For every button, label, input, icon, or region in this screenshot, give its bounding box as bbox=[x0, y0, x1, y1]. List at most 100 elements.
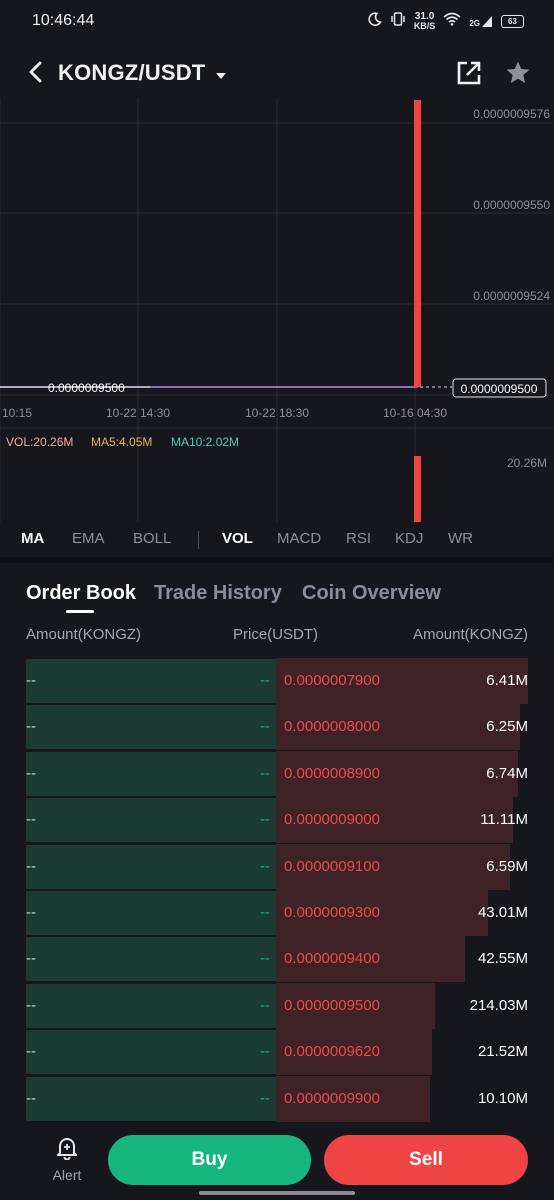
tab-wr[interactable]: WR bbox=[448, 530, 473, 547]
price-axis-label: 0.0000009576 bbox=[473, 107, 550, 121]
time-axis-label: 10-22 14:30 bbox=[106, 406, 170, 420]
bid-amount: -- bbox=[26, 811, 36, 829]
favorite-button[interactable] bbox=[504, 59, 532, 87]
ask-price: 0.0000009900 bbox=[284, 1089, 380, 1107]
bid-amount: -- bbox=[26, 1089, 36, 1107]
last-price-left-label: 0.0000009500 bbox=[48, 381, 125, 395]
pair-dropdown-caret-icon[interactable] bbox=[214, 68, 228, 79]
order-book-row[interactable]: -- -- 0.0000008900 6.74M bbox=[26, 750, 528, 797]
signal-icon: 2G bbox=[469, 15, 493, 28]
bid-amount: -- bbox=[26, 764, 36, 782]
price-header: Price(USDT) bbox=[233, 626, 318, 643]
time-axis-label: 10:15 bbox=[2, 406, 32, 420]
section-divider bbox=[0, 557, 554, 563]
share-icon bbox=[457, 61, 481, 85]
price-axis-label: 0.0000009524 bbox=[473, 289, 550, 303]
bid-depth-bar bbox=[26, 937, 276, 982]
ask-price: 0.0000007900 bbox=[284, 672, 380, 689]
order-book-row[interactable]: -- -- 0.0000009000 11.11M bbox=[26, 797, 528, 844]
bid-depth-bar bbox=[26, 751, 276, 796]
ask-amount: 10.10M bbox=[477, 1089, 528, 1107]
indicator-tabs: MA EMA BOLL VOL MACD RSI KDJ WR bbox=[0, 522, 554, 556]
ma10-legend: MA10:2.02M bbox=[171, 435, 239, 449]
bid-price: -- bbox=[260, 811, 270, 829]
bid-amount: -- bbox=[26, 904, 36, 921]
tab-coin-overview[interactable]: Coin Overview bbox=[302, 582, 441, 605]
order-book-row[interactable]: -- -- 0.0000007900 6.41M bbox=[26, 658, 528, 704]
order-book-header: Amount(KONGZ) Price(USDT) Amount(KONGZ) bbox=[0, 622, 554, 650]
ask-price: 0.0000008000 bbox=[284, 718, 380, 736]
ask-price: 0.0000009100 bbox=[284, 857, 380, 875]
ask-amount: 42.55M bbox=[477, 950, 528, 968]
bid-amount-header: Amount(KONGZ) bbox=[26, 626, 142, 643]
time-axis-label: 10-22 18:30 bbox=[245, 406, 309, 420]
order-book-row[interactable]: -- -- 0.0000009300 43.01M bbox=[26, 890, 528, 936]
order-book-row[interactable]: -- -- 0.0000009100 6.59M bbox=[26, 843, 528, 890]
alert-label: Alert bbox=[52, 1167, 82, 1183]
order-book-row[interactable]: -- -- 0.0000009900 10.10M bbox=[26, 1075, 528, 1122]
bid-amount: -- bbox=[26, 1043, 36, 1061]
ask-amount: 6.74M bbox=[486, 764, 528, 782]
ask-price: 0.0000009400 bbox=[284, 950, 380, 968]
tab-vol[interactable]: VOL bbox=[222, 530, 253, 547]
bid-amount: -- bbox=[26, 857, 36, 875]
bid-price: -- bbox=[260, 764, 270, 782]
bid-depth-bar bbox=[26, 659, 276, 703]
tab-macd[interactable]: MACD bbox=[277, 530, 321, 547]
bid-amount: -- bbox=[26, 996, 36, 1014]
back-arrow-icon bbox=[29, 61, 42, 83]
ask-price: 0.0000009500 bbox=[284, 996, 380, 1014]
bid-depth-bar bbox=[26, 891, 276, 935]
bottom-action-bar: Alert Buy Sell bbox=[0, 1124, 554, 1200]
order-book-row[interactable]: -- -- 0.0000008000 6.25M bbox=[26, 704, 528, 751]
ask-price: 0.0000009300 bbox=[284, 904, 380, 921]
battery-icon: 63 bbox=[501, 14, 524, 28]
bid-price: -- bbox=[260, 996, 270, 1014]
alert-button[interactable]: Alert bbox=[44, 1136, 90, 1186]
bid-depth-bar bbox=[26, 1076, 276, 1121]
chart-svg: 0.0000009576 0.0000009550 0.0000009524 0… bbox=[0, 98, 554, 522]
indicator-separator bbox=[198, 531, 199, 549]
ask-amount: 214.03M bbox=[469, 996, 528, 1014]
tab-ma[interactable]: MA bbox=[21, 530, 44, 547]
bid-price: -- bbox=[260, 718, 270, 736]
order-book-rows: -- -- 0.0000007900 6.41M -- -- 0.0000008000 6.2… bbox=[26, 658, 528, 1122]
vibrate-icon bbox=[390, 12, 406, 30]
tab-trade-history[interactable]: Trade History bbox=[154, 582, 282, 605]
bid-depth-bar bbox=[26, 983, 276, 1028]
ask-amount-header: Amount(KONGZ) bbox=[412, 626, 528, 643]
bid-amount: -- bbox=[26, 950, 36, 968]
vol-legend: VOL:20.26M bbox=[6, 435, 73, 449]
pair-title[interactable]: KONGZ/USDT bbox=[58, 60, 205, 86]
status-time: 10:46:44 bbox=[32, 12, 95, 29]
tab-rsi[interactable]: RSI bbox=[346, 530, 371, 547]
ask-amount: 21.52M bbox=[477, 1043, 528, 1061]
back-button[interactable] bbox=[22, 58, 50, 86]
sell-button[interactable]: Sell bbox=[324, 1135, 528, 1185]
bid-price: -- bbox=[260, 672, 270, 689]
bid-price: -- bbox=[260, 904, 270, 921]
tab-boll[interactable]: BOLL bbox=[133, 530, 171, 547]
ask-amount: 6.25M bbox=[486, 718, 528, 736]
header: KONGZ/USDT bbox=[0, 48, 554, 98]
order-book-tabs: Order Book Trade History Coin Overview bbox=[0, 566, 554, 614]
bid-depth-bar bbox=[26, 798, 276, 843]
order-book-row[interactable]: -- -- 0.0000009400 42.55M bbox=[26, 936, 528, 983]
tab-kdj[interactable]: KDJ bbox=[395, 530, 423, 547]
bell-alert-icon bbox=[57, 1138, 77, 1160]
price-chart[interactable]: 0.0000009576 0.0000009550 0.0000009524 0… bbox=[0, 98, 554, 522]
share-button[interactable] bbox=[456, 60, 482, 86]
ma5-legend: MA5:4.05M bbox=[91, 435, 152, 449]
grid-lines bbox=[0, 98, 554, 522]
bid-amount: -- bbox=[26, 718, 36, 736]
ask-amount: 11.11M bbox=[480, 811, 528, 829]
tab-ema[interactable]: EMA bbox=[72, 530, 105, 547]
buy-button[interactable]: Buy bbox=[108, 1135, 311, 1185]
status-bar: 10:46:44 31.0 KB/S 2G 63 bbox=[0, 0, 554, 44]
moon-icon bbox=[368, 12, 382, 30]
tab-order-book[interactable]: Order Book bbox=[26, 582, 136, 605]
order-book-row[interactable]: -- -- 0.0000009620 21.52M bbox=[26, 1029, 528, 1076]
star-icon bbox=[506, 61, 530, 83]
last-price-tag: 0.0000009500 bbox=[461, 382, 538, 396]
order-book-row[interactable]: -- -- 0.0000009500 214.03M bbox=[26, 982, 528, 1029]
